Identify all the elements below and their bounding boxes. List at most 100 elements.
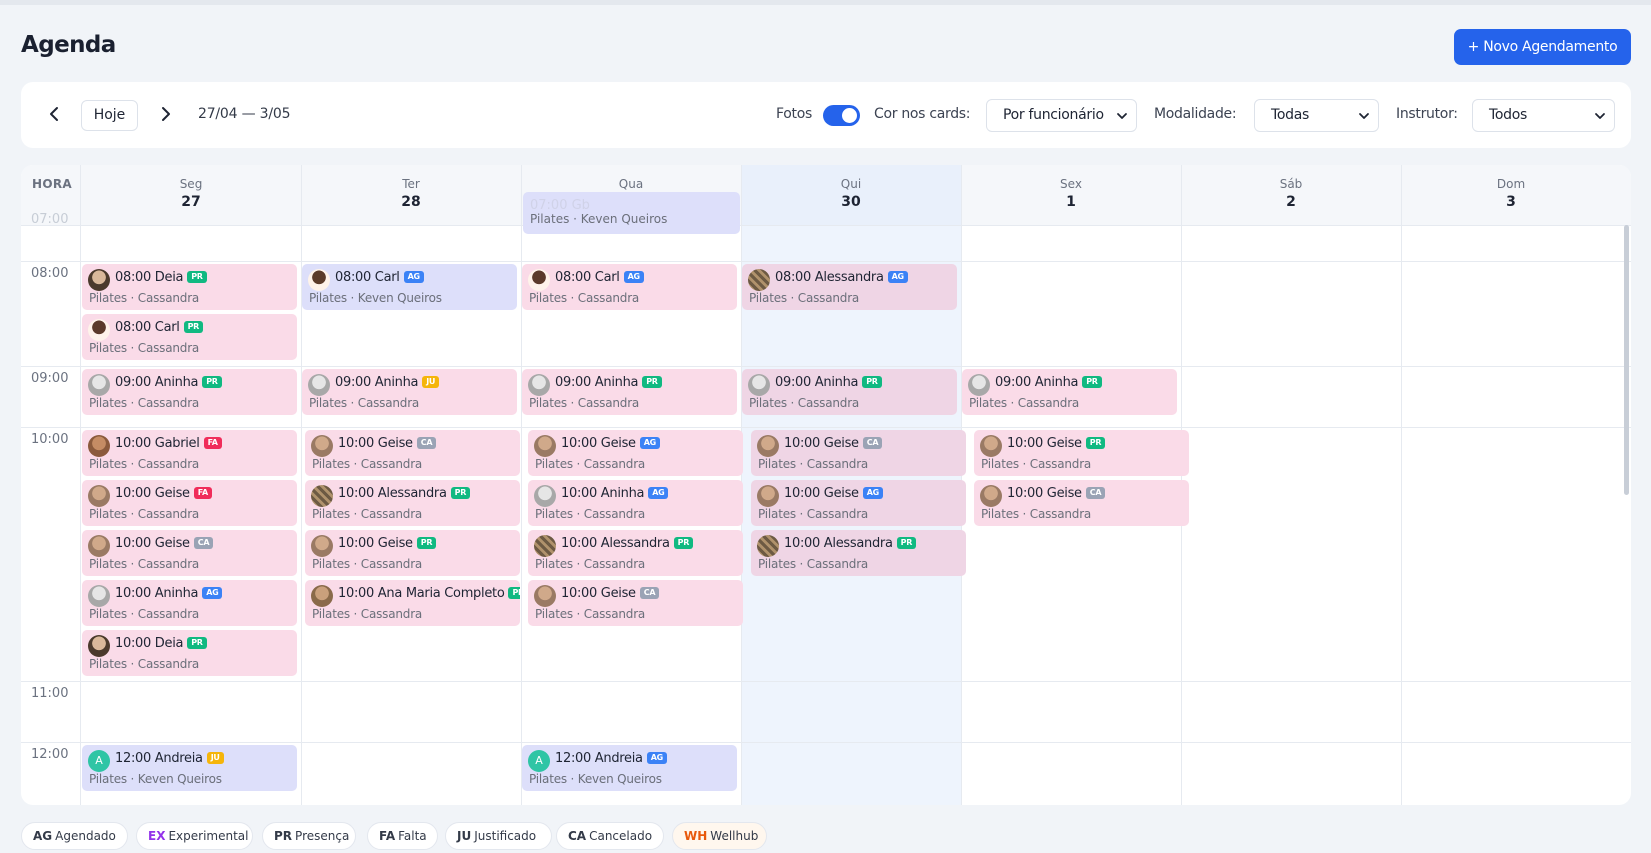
event-subtitle: Pilates · Cassandra xyxy=(758,507,869,521)
status-badge: PR xyxy=(896,537,917,549)
event-card[interactable]: 08:00 Carl AG Pilates · Cassandra xyxy=(522,264,737,310)
day-header-qui[interactable]: Qui 30 xyxy=(741,177,961,210)
avatar xyxy=(88,585,110,607)
chevron-down-icon xyxy=(1595,113,1605,119)
week-calendar: HORA 07:00 Seg27 Ter28 Qua29 Qui30 Sex1 … xyxy=(21,165,1631,805)
avatar xyxy=(757,485,779,507)
modality-label: Modalidade: xyxy=(1154,106,1237,122)
row-divider xyxy=(21,742,1631,743)
status-badge: PR xyxy=(862,376,882,388)
status-badge: CA xyxy=(862,437,883,449)
avatar xyxy=(968,374,990,396)
event-card[interactable]: 09:00 Aninha PR Pilates · Cassandra xyxy=(742,369,957,415)
avatar xyxy=(534,535,556,557)
day-header-ter[interactable]: Ter 28 xyxy=(301,177,521,210)
avatar xyxy=(88,535,110,557)
event-title: 10:00 Deia PR xyxy=(115,636,207,651)
day-header-sex[interactable]: Sex 1 xyxy=(961,177,1181,210)
event-title: 10:00 Geise CA xyxy=(784,436,883,451)
event-card[interactable]: 10:00 Geise CA Pilates · Cassandra xyxy=(751,430,966,476)
chevron-right-icon[interactable] xyxy=(155,103,177,125)
legend-code: CA xyxy=(568,829,587,843)
status-badge: PR xyxy=(673,537,694,549)
row-divider xyxy=(21,366,1631,367)
avatar xyxy=(534,435,556,457)
event-card[interactable]: 10:00 Aninha AG Pilates · Cassandra xyxy=(82,580,297,626)
event-card[interactable]: 10:00 Geise CA Pilates · Cassandra xyxy=(528,580,743,626)
day-header-sab[interactable]: Sáb 2 xyxy=(1181,177,1401,210)
event-title: 10:00 Geise CA xyxy=(561,586,660,601)
event-title: 08:00 Carl AG xyxy=(555,270,644,285)
status-badge: AG xyxy=(639,437,660,449)
partially-hidden-event[interactable]: 07:00 Gb Pilates · Keven Queiros xyxy=(523,192,740,234)
status-badge: AG xyxy=(646,752,667,764)
event-card[interactable]: 10:00 Geise CA Pilates · Cassandra xyxy=(974,480,1189,526)
event-card[interactable]: 10:00 Geise AG Pilates · Cassandra xyxy=(528,430,743,476)
photos-toggle[interactable] xyxy=(823,105,860,126)
status-badge: PR xyxy=(642,376,662,388)
event-card[interactable]: 08:00 Deia PR Pilates · Cassandra xyxy=(82,264,297,310)
event-subtitle: Pilates · Cassandra xyxy=(89,507,200,521)
day-name: Ter xyxy=(402,177,420,191)
event-title: 12:00 Andreia AG xyxy=(555,751,667,766)
event-card[interactable]: 08:00 Alessandra AG Pilates · Cassandra xyxy=(742,264,957,310)
event-card[interactable]: 10:00 Geise AG Pilates · Cassandra xyxy=(751,480,966,526)
event-subtitle: Pilates · Cassandra xyxy=(535,607,646,621)
event-card[interactable]: A 12:00 Andreia AG Pilates · Keven Queiros xyxy=(522,745,737,791)
modality-select[interactable]: Todas xyxy=(1254,99,1379,132)
legend-item-experimental: EX Experimental xyxy=(136,822,253,850)
legend-code: EX xyxy=(148,829,166,843)
event-card[interactable]: 10:00 Geise PR Pilates · Cassandra xyxy=(305,530,520,576)
scrollbar-thumb[interactable] xyxy=(1624,225,1629,495)
event-card[interactable]: 08:00 Carl AG Pilates · Keven Queiros xyxy=(302,264,517,310)
hour-column-header: HORA xyxy=(32,177,72,191)
event-card[interactable]: 10:00 Geise CA Pilates · Cassandra xyxy=(82,530,297,576)
avatar xyxy=(88,485,110,507)
new-appointment-button[interactable]: + Novo Agendamento xyxy=(1454,29,1631,65)
event-card[interactable]: 09:00 Aninha JU Pilates · Cassandra xyxy=(302,369,517,415)
event-card[interactable]: 08:00 Carl PR Pilates · Cassandra xyxy=(82,314,297,360)
event-subtitle: Pilates · Cassandra xyxy=(981,457,1092,471)
event-card[interactable]: 10:00 Alessandra PR Pilates · Cassandra xyxy=(305,480,520,526)
event-subtitle: Pilates · Cassandra xyxy=(535,557,646,571)
event-subtitle: Pilates · Cassandra xyxy=(529,396,640,410)
event-subtitle: Pilates · Cassandra xyxy=(749,396,860,410)
event-title: 10:00 Gabriel FA xyxy=(115,436,222,451)
day-date: 2 xyxy=(1286,194,1296,210)
status-badge: PR xyxy=(1085,437,1106,449)
event-card[interactable]: 10:00 Alessandra PR Pilates · Cassandra xyxy=(751,530,966,576)
event-subtitle: Pilates · Cassandra xyxy=(758,557,869,571)
event-title: 10:00 Alessandra PR xyxy=(338,486,471,501)
status-badge: AG xyxy=(648,487,669,499)
event-title: 10:00 Alessandra PR xyxy=(561,536,694,551)
instructor-select[interactable]: Todos xyxy=(1472,99,1615,132)
calendar-scrollbar[interactable] xyxy=(1624,225,1629,745)
avatar xyxy=(528,374,550,396)
event-card[interactable]: 10:00 Ana Maria CompletoPR Pilates · Cass… xyxy=(305,580,520,626)
event-card[interactable]: 09:00 Aninha PR Pilates · Cassandra xyxy=(522,369,737,415)
legend-item-presenca: PR Presença xyxy=(262,822,356,850)
event-card[interactable]: A 12:00 Andreia JU Pilates · Keven Queiros xyxy=(82,745,297,791)
today-button[interactable]: Hoje xyxy=(81,100,138,131)
event-card[interactable]: 10:00 Geise CA Pilates · Cassandra xyxy=(305,430,520,476)
event-card[interactable]: 09:00 Aninha PR Pilates · Cassandra xyxy=(962,369,1177,415)
chevron-left-icon[interactable] xyxy=(43,103,65,125)
status-badge: PR xyxy=(187,637,207,649)
event-subtitle: Pilates · Cassandra xyxy=(89,607,200,621)
event-card[interactable]: 10:00 Alessandra PR Pilates · Cassandra xyxy=(528,530,743,576)
event-card[interactable]: 10:00 Deia PR Pilates · Cassandra xyxy=(82,630,297,676)
status-badge: PR xyxy=(416,537,437,549)
day-header-dom[interactable]: Dom 3 xyxy=(1401,177,1621,210)
toggle-knob xyxy=(842,108,857,123)
legend-label: Justificado xyxy=(474,829,537,843)
event-card[interactable]: 10:00 Geise FA Pilates · Cassandra xyxy=(82,480,297,526)
day-header-seg[interactable]: Seg 27 xyxy=(81,177,301,210)
event-card[interactable]: 10:00 Geise PR Pilates · Cassandra xyxy=(974,430,1189,476)
status-badge: PR xyxy=(183,321,204,333)
card-color-select[interactable]: Por funcionário xyxy=(986,99,1137,132)
event-card[interactable]: 10:00 Aninha AG Pilates · Cassandra xyxy=(528,480,743,526)
event-subtitle: Pilates · Cassandra xyxy=(89,341,200,355)
avatar xyxy=(311,585,333,607)
event-card[interactable]: 09:00 Aninha PR Pilates · Cassandra xyxy=(82,369,297,415)
event-card[interactable]: 10:00 Gabriel FA Pilates · Cassandra xyxy=(82,430,297,476)
